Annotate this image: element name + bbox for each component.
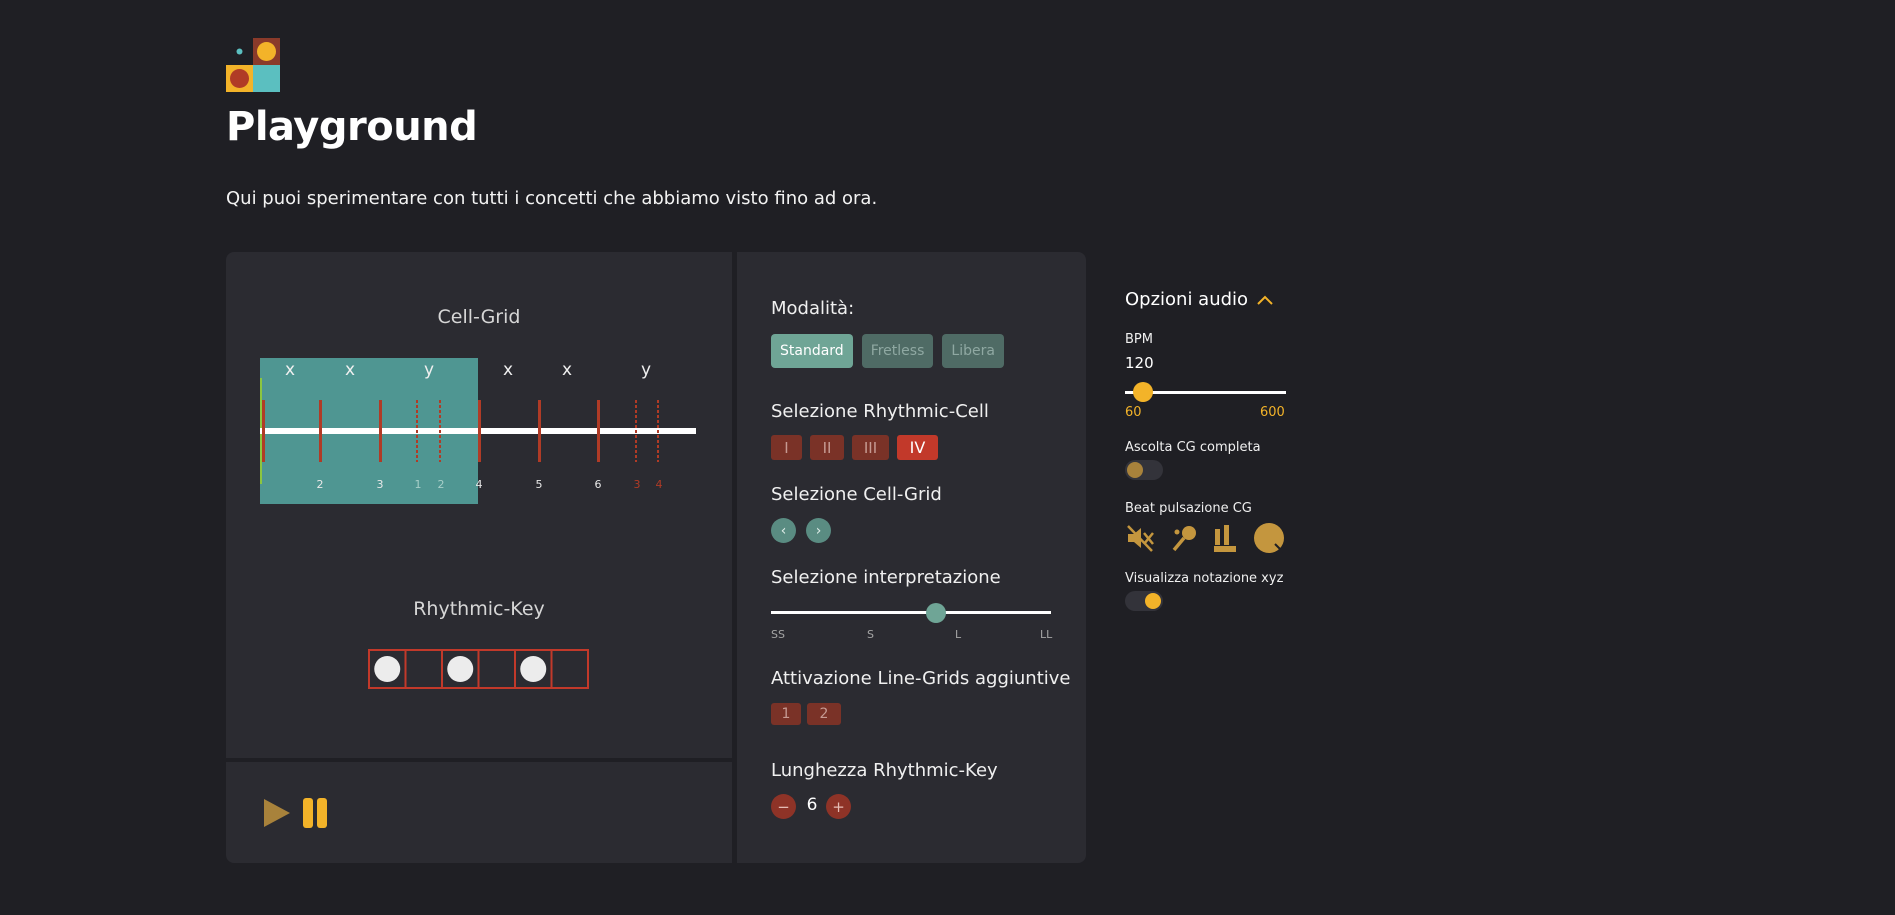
cell-grid-number: 2 — [438, 478, 445, 491]
listen-cg-toggle[interactable] — [1125, 460, 1163, 480]
cell-grid-tick — [597, 400, 600, 462]
rhythmic-key-note — [520, 656, 547, 682]
cell-grid-label: x — [562, 360, 572, 380]
cell-grid-title: Cell-Grid — [437, 306, 521, 328]
mode-buttons: Standard Fretless Libera — [771, 334, 1004, 368]
rhythmic-key-cell[interactable] — [477, 649, 516, 689]
app-logo — [226, 38, 280, 92]
bpm-value: 120 — [1125, 354, 1154, 372]
cell-grid-number: 4 — [656, 478, 663, 491]
rhythmic-cell-buttons: I II III IV — [771, 435, 938, 460]
interp-tick-s: S — [867, 628, 874, 641]
xyz-toggle[interactable] — [1125, 591, 1163, 611]
cell-grid-number: 3 — [634, 478, 641, 491]
interp-tick-ll: LL — [1040, 628, 1053, 641]
page-subtitle: Qui puoi sperimentare con tutti i concet… — [226, 188, 878, 209]
rk-length-label: Lunghezza Rhythmic-Key — [771, 760, 998, 781]
cell-grid-label: y — [641, 360, 651, 380]
rhythmic-key-note — [374, 656, 401, 682]
bpm-max-label: 600 — [1260, 405, 1285, 420]
rhythmic-cell-i-button[interactable]: I — [771, 435, 802, 460]
minus-icon: − — [777, 797, 790, 816]
cell-grid-label: y — [424, 360, 434, 380]
cell-grid-panel: Cell-Grid x x y x x y 2 3 1 2 4 5 6 3 4 Rhythmic-Key — [226, 252, 732, 758]
interp-tick-ss: SS — [771, 628, 785, 641]
listen-cg-label: Ascolta CG completa — [1125, 440, 1261, 455]
cell-grid-number: 2 — [317, 478, 324, 491]
cell-grid-diagram: x x y x x y 2 3 1 2 4 5 6 3 4 — [260, 358, 696, 504]
interpretation-slider-track[interactable] — [771, 611, 1051, 614]
line-grid-buttons: 1 2 — [771, 703, 841, 725]
line-grid-1-button[interactable]: 1 — [771, 703, 801, 725]
line-grid-2-button[interactable]: 2 — [807, 703, 841, 725]
interp-tick-l: L — [955, 628, 962, 641]
rhythmic-key-boxes — [368, 649, 589, 689]
rhythmic-key-title: Rhythmic-Key — [413, 598, 545, 620]
next-cell-grid-button[interactable]: › — [806, 518, 831, 543]
xyz-toggle-knob — [1145, 593, 1161, 609]
chevron-right-icon: › — [815, 522, 822, 539]
plus-icon: + — [832, 797, 845, 816]
rhythmic-cell-iv-button[interactable]: IV — [897, 435, 938, 460]
cell-grid-label: x — [285, 360, 295, 380]
cell-grid-tick — [262, 400, 265, 462]
maracas-icon[interactable] — [1169, 523, 1199, 553]
audio-options-title[interactable]: Opzioni audio — [1125, 289, 1248, 310]
rhythmic-cell-ii-button[interactable]: II — [810, 435, 844, 460]
listen-cg-toggle-knob — [1127, 462, 1143, 478]
mode-label: Modalità: — [771, 298, 855, 319]
chevron-left-icon: ‹ — [780, 522, 787, 539]
cell-grid-number: 4 — [476, 478, 483, 491]
line-grids-label: Attivazione Line-Grids aggiuntive — [771, 668, 1071, 689]
controls-panel: Modalità: Standard Fretless Libera Selez… — [737, 252, 1086, 863]
metronome-icon[interactable] — [1213, 523, 1239, 553]
cell-grid-tick — [319, 400, 322, 462]
decrease-length-button[interactable]: − — [771, 794, 796, 819]
rhythmic-key-cell[interactable] — [550, 649, 589, 689]
pause-icon[interactable] — [302, 797, 330, 829]
interpretation-label: Selezione interpretazione — [771, 567, 1001, 588]
beat-icons — [1125, 522, 1285, 554]
mode-standard-button[interactable]: Standard — [771, 334, 853, 368]
cell-grid-select-label: Selezione Cell-Grid — [771, 484, 942, 505]
player-panel — [226, 762, 732, 863]
rk-length-value: 6 — [806, 795, 818, 815]
bpm-label: BPM — [1125, 332, 1153, 347]
beat-label: Beat pulsazione CG — [1125, 501, 1252, 516]
xyz-label: Visualizza notazione xyz — [1125, 571, 1284, 586]
rhythmic-cell-iii-button[interactable]: III — [852, 435, 889, 460]
drum-icon[interactable] — [1253, 522, 1285, 554]
bpm-slider-thumb[interactable] — [1132, 382, 1153, 402]
cell-grid-label: x — [503, 360, 513, 380]
rhythmic-cell-label: Selezione Rhythmic-Cell — [771, 401, 989, 422]
mute-icon[interactable] — [1125, 523, 1155, 553]
rhythmic-key-note — [447, 656, 474, 682]
cell-grid-number: 1 — [415, 478, 422, 491]
page-title: Playground — [226, 104, 478, 150]
cell-grid-label: x — [345, 360, 355, 380]
interpretation-slider-thumb[interactable] — [926, 603, 947, 623]
cell-grid-number: 5 — [536, 478, 543, 491]
play-icon[interactable] — [262, 797, 292, 829]
rhythmic-key-cell[interactable] — [404, 649, 443, 689]
mode-libera-button[interactable]: Libera — [942, 334, 1004, 368]
cell-grid-number: 3 — [377, 478, 384, 491]
increase-length-button[interactable]: + — [826, 794, 851, 819]
bpm-min-label: 60 — [1125, 405, 1142, 420]
prev-cell-grid-button[interactable]: ‹ — [771, 518, 796, 543]
cell-grid-tick — [538, 400, 541, 462]
chevron-up-icon[interactable] — [1256, 294, 1274, 306]
cell-grid-number: 6 — [595, 478, 602, 491]
cell-grid-tick — [478, 400, 481, 462]
mode-fretless-button[interactable]: Fretless — [861, 334, 934, 368]
cell-grid-tick — [379, 400, 382, 462]
